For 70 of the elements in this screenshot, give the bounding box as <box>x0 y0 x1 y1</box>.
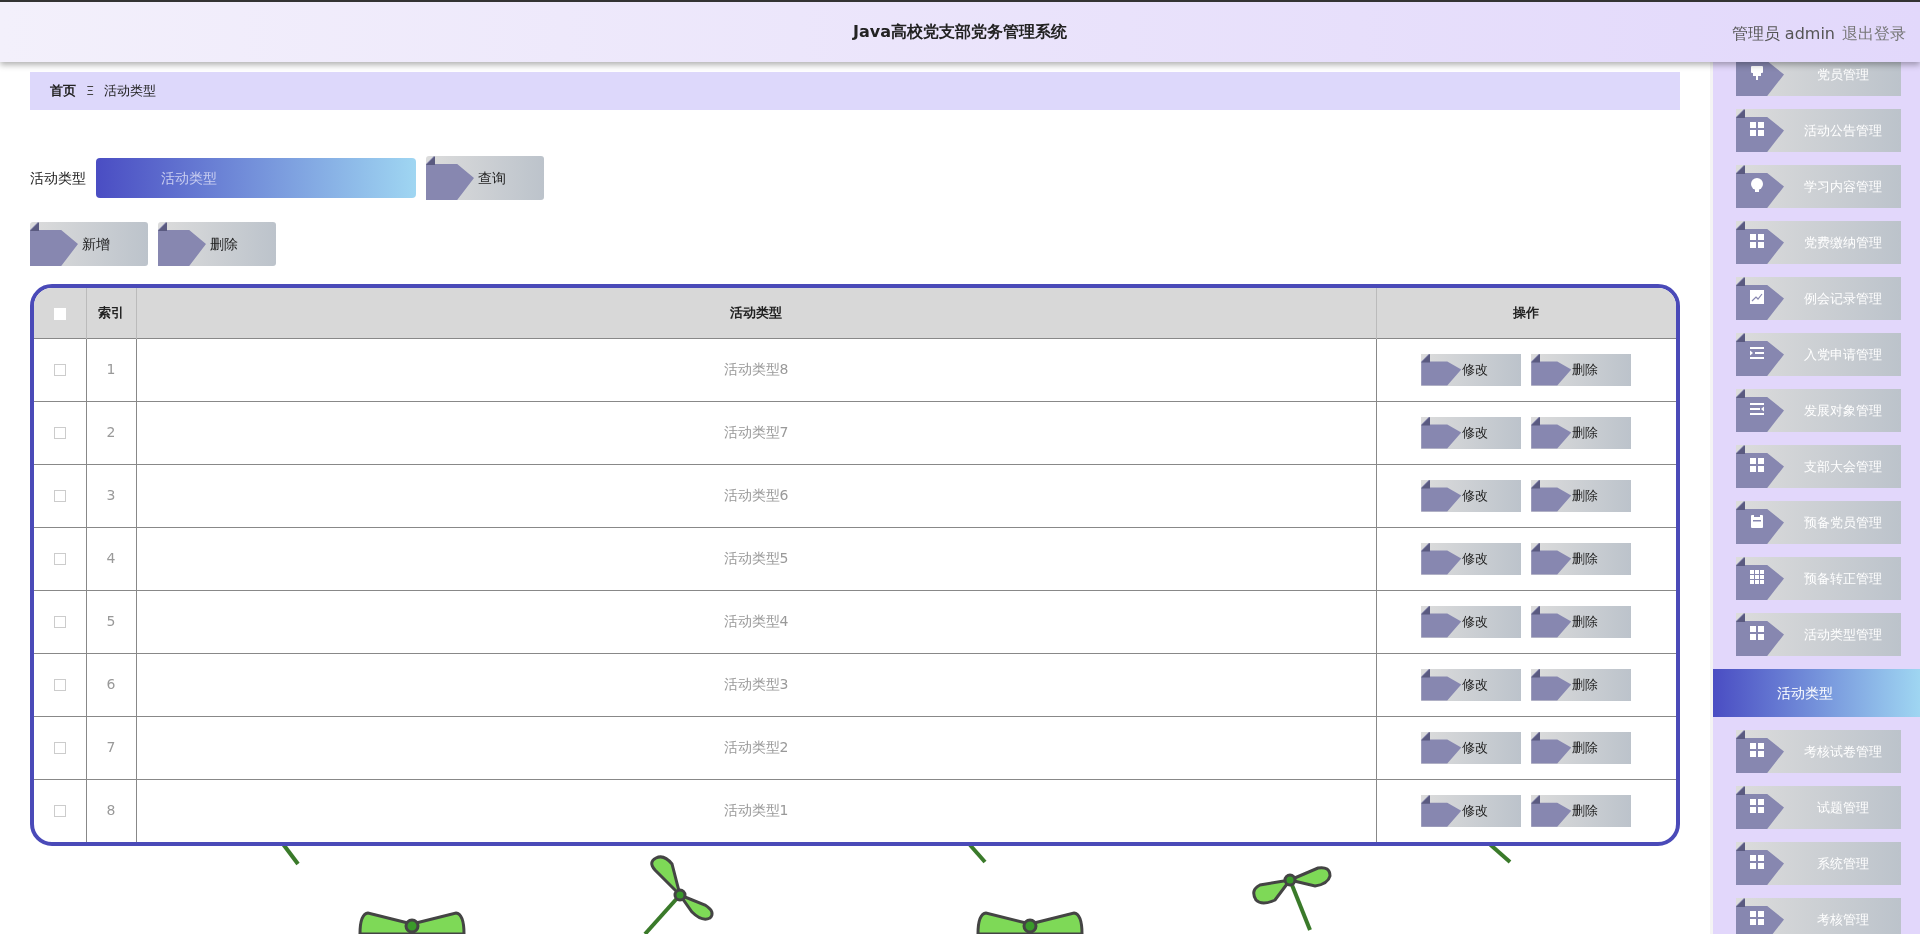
logout-link[interactable]: 退出登录 <box>1842 22 1906 46</box>
grid-icon <box>1750 911 1764 925</box>
grid-icon <box>1750 855 1764 869</box>
table-icon <box>1750 570 1764 584</box>
table-cell: 活动类型3 <box>723 676 789 692</box>
chart-icon <box>1750 290 1764 304</box>
search-button[interactable]: 查询 <box>426 156 544 200</box>
delete-button[interactable]: 删除 <box>1531 542 1632 575</box>
table-cell: 4 <box>106 550 116 566</box>
edit-button[interactable]: 修改 <box>1421 542 1522 575</box>
delete-button[interactable]: 删除 <box>1531 479 1632 512</box>
delete-button[interactable]: 删除 <box>158 222 276 266</box>
edit-button[interactable]: 修改 <box>1421 794 1522 827</box>
add-button[interactable]: 新增 <box>30 222 148 266</box>
edit-button[interactable]: 修改 <box>1421 353 1522 386</box>
row-checkbox[interactable] <box>53 679 66 691</box>
edit-button[interactable]: 修改 <box>1421 479 1522 512</box>
row-checkbox[interactable] <box>53 553 66 565</box>
table-cell: 活动类型2 <box>723 739 789 755</box>
edit-button[interactable]: 修改 <box>1421 605 1522 638</box>
table-cell: 1 <box>106 361 116 377</box>
search-field[interactable]: 活动类型 <box>96 158 416 198</box>
delete-button[interactable]: 删除 <box>1531 668 1632 701</box>
table-cell: 5 <box>106 613 116 629</box>
grid-icon <box>1750 626 1764 640</box>
brush-icon <box>1750 66 1764 80</box>
grid-icon <box>1750 458 1764 472</box>
row-checkbox[interactable] <box>53 364 66 376</box>
delete-button[interactable]: 删除 <box>1531 416 1632 449</box>
table-cell: 3 <box>106 487 116 503</box>
app-title: Java高校党支部党务管理系统 <box>853 21 1067 43</box>
delete-button[interactable]: 删除 <box>1531 605 1632 638</box>
table-cell: 活动类型8 <box>723 361 789 377</box>
delete-button[interactable]: 删除 <box>1531 794 1632 827</box>
table-cell: 活动类型6 <box>723 487 789 503</box>
delete-button[interactable]: 删除 <box>1531 353 1632 386</box>
user-label: 管理员 admin <box>1731 23 1835 45</box>
row-checkbox[interactable] <box>53 805 66 818</box>
row-checkbox[interactable] <box>53 616 66 628</box>
table-cell: 6 <box>106 676 116 692</box>
grid-icon <box>1750 799 1764 813</box>
delete-button[interactable]: 删除 <box>1531 731 1632 764</box>
table-cell: 2 <box>106 424 116 440</box>
row-checkbox[interactable] <box>53 427 66 439</box>
home-link[interactable]: 首页 <box>50 81 76 101</box>
table-cell: 活动类型7 <box>723 424 789 440</box>
grid-icon <box>1750 743 1764 757</box>
row-checkbox[interactable] <box>53 490 66 502</box>
column-header: 活动类型 <box>730 305 782 320</box>
table-cell: 活动类型1 <box>723 802 789 819</box>
table-cell: 活动类型4 <box>723 613 789 629</box>
breadcrumb-separator: Ξ <box>86 82 95 101</box>
edit-button[interactable]: 修改 <box>1421 731 1522 764</box>
clipboard-icon <box>1750 514 1764 528</box>
edit-button[interactable]: 修改 <box>1421 668 1522 701</box>
breadcrumb-current: 活动类型 <box>104 82 157 101</box>
grid-icon <box>1750 234 1764 248</box>
table-cell: 8 <box>106 802 116 819</box>
table-cell: 活动类型5 <box>723 550 789 566</box>
row-checkbox[interactable] <box>53 742 66 754</box>
lightbulb-icon <box>1750 178 1764 192</box>
grid-icon <box>1750 122 1764 136</box>
indent-list-icon <box>1750 346 1764 360</box>
table-cell: 7 <box>106 739 116 755</box>
edit-button[interactable]: 修改 <box>1421 416 1522 449</box>
column-header: 索引 <box>98 305 124 320</box>
search-label: 活动类型 <box>30 168 86 188</box>
column-header: 操作 <box>1513 305 1540 320</box>
list-icon <box>1750 402 1764 416</box>
select-all-checkbox[interactable] <box>53 307 66 320</box>
